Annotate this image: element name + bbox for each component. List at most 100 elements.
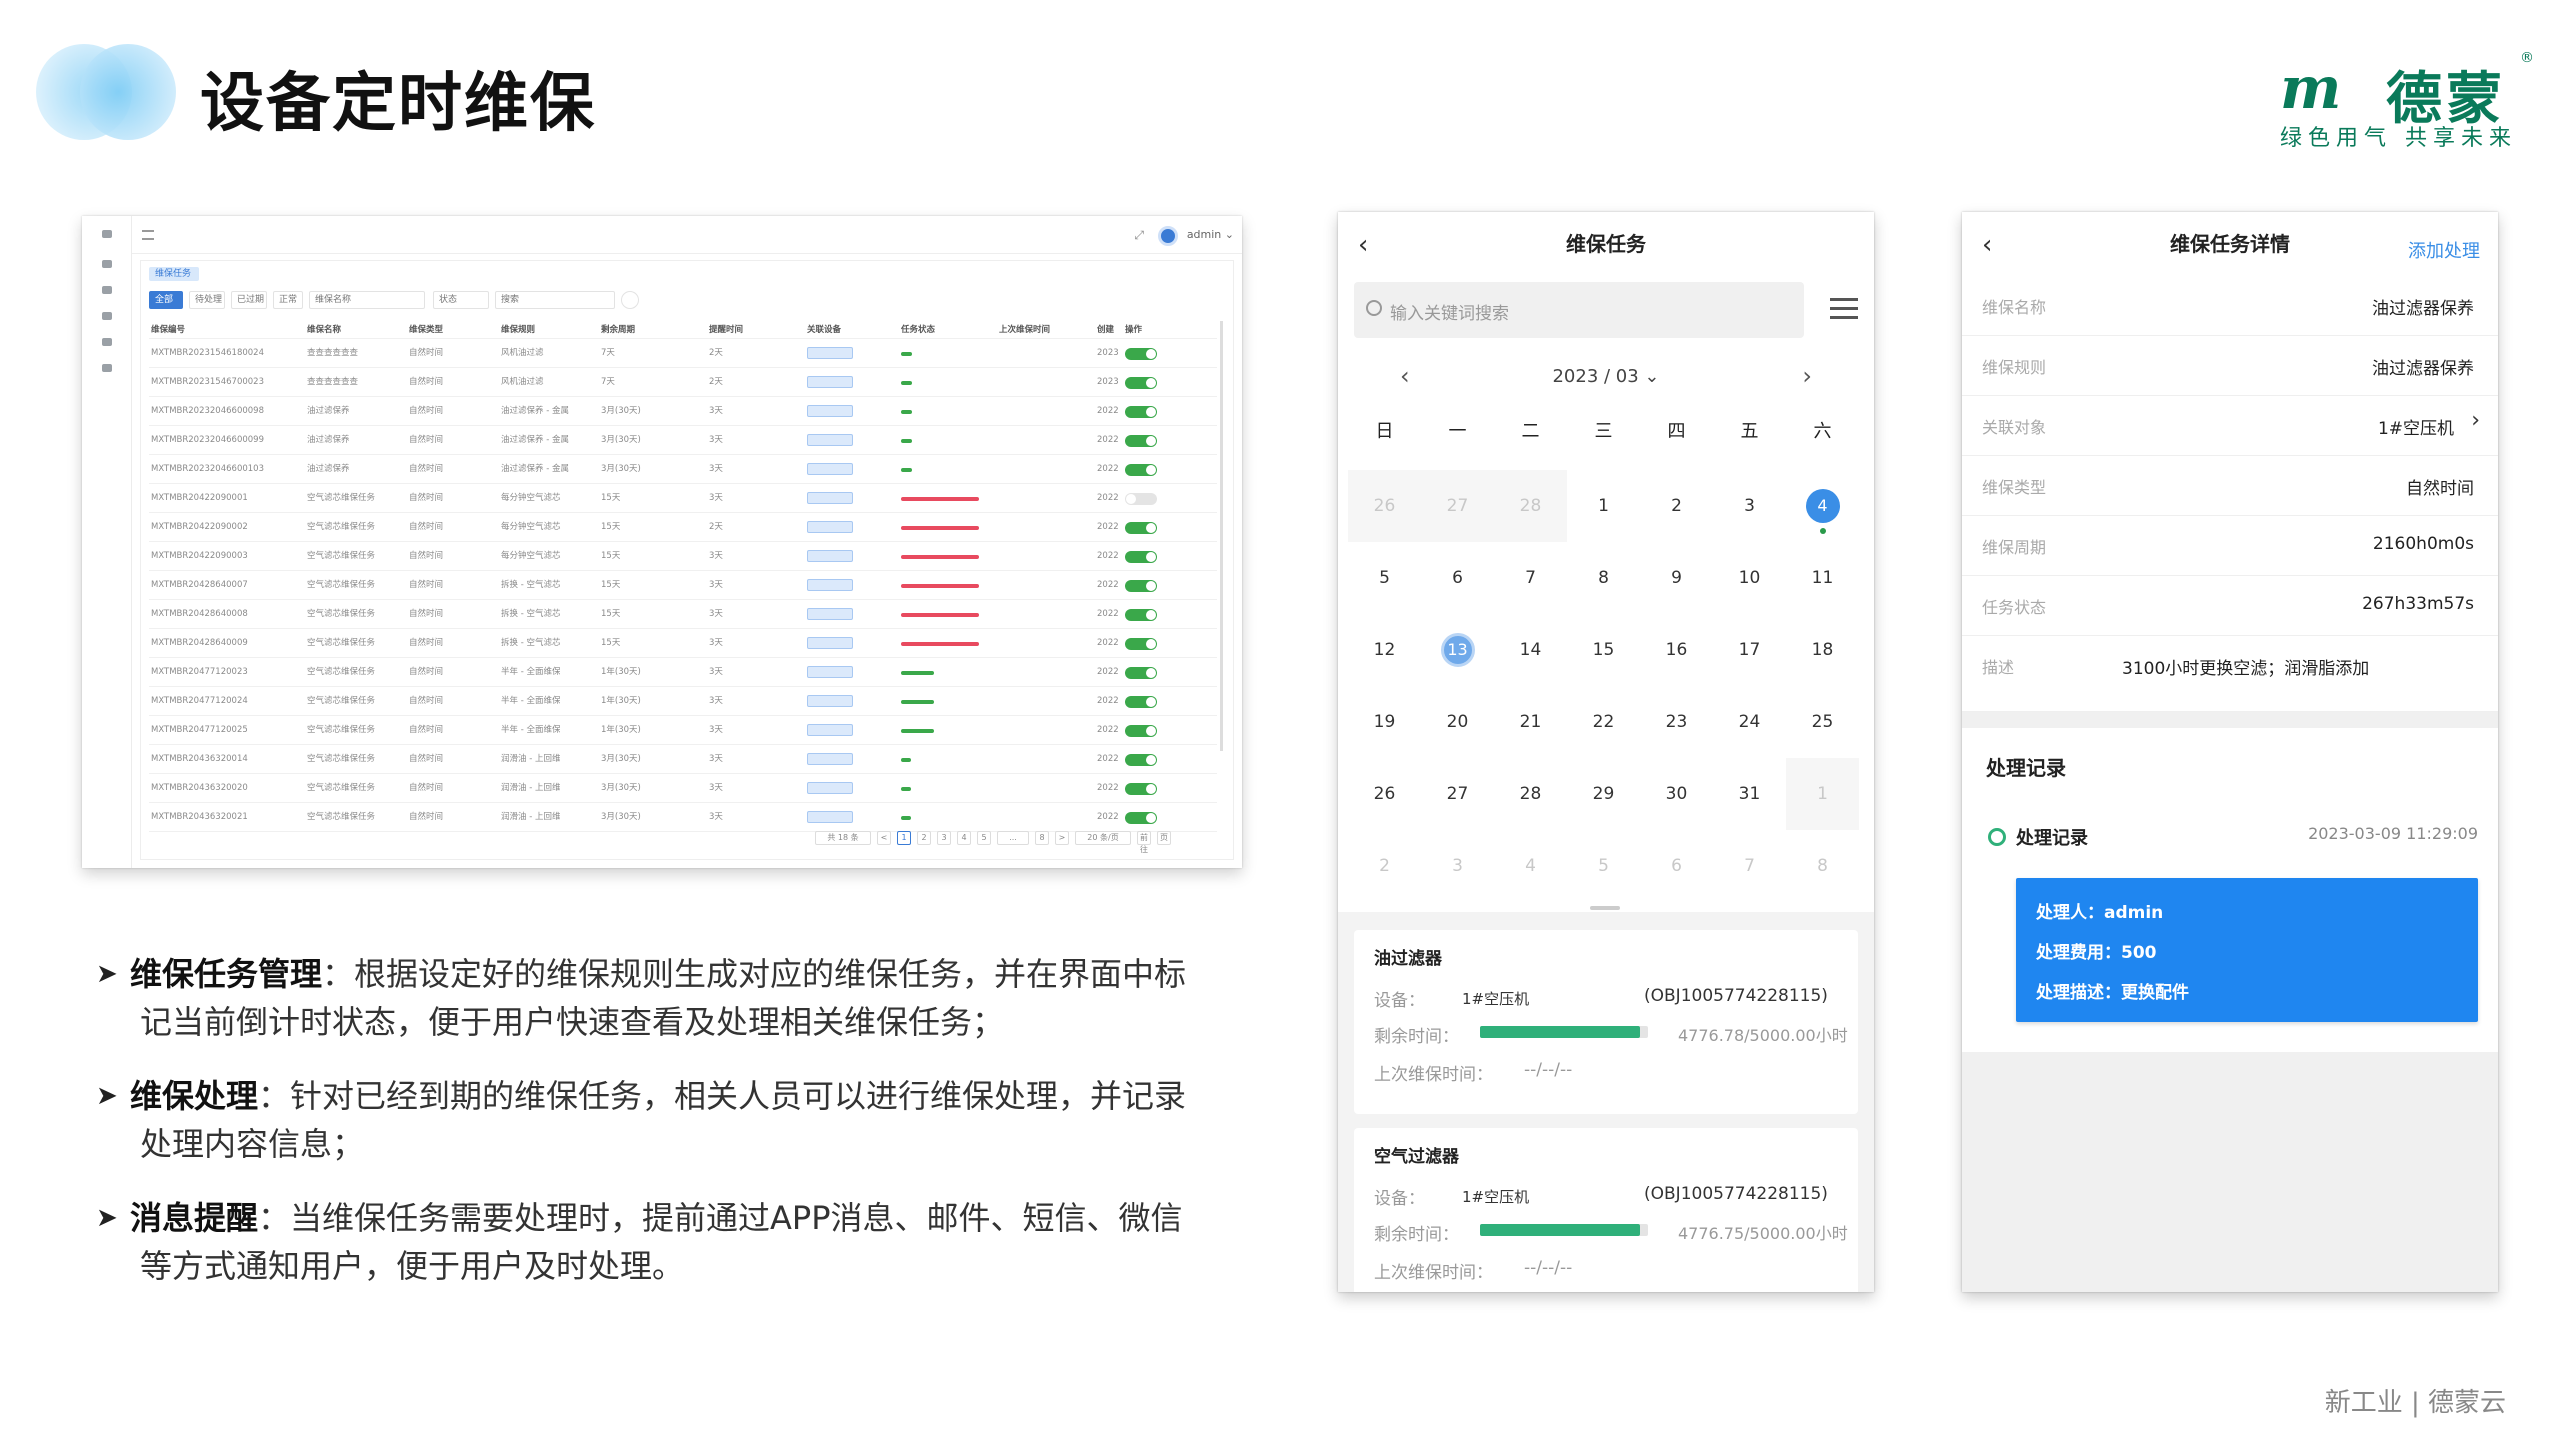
next-month-button[interactable]: › [1802,362,1812,390]
task-card[interactable]: 油过滤器 设备： 1#空压机 (OBJ1005774228115) 剩余时间： 4776.… [1354,930,1858,1114]
enable-toggle[interactable] [1125,580,1157,592]
pager-item[interactable]: 4 [957,831,971,845]
device-tag[interactable] [807,716,853,744]
status-select[interactable]: 状态 [433,291,489,309]
calendar-day[interactable]: 24 [1713,686,1786,758]
device-tag[interactable] [807,513,853,541]
calendar-day[interactable]: 26 [1348,470,1421,542]
calendar-day[interactable]: 8 [1786,830,1859,902]
table-row[interactable]: MXTMBR20422090001 空气滤芯维保任务 自然时间 每分钟空气滤芯 15天 3… [149,484,1217,513]
calendar-day[interactable]: 8 [1567,542,1640,614]
calendar-day[interactable]: 12 [1348,614,1421,686]
table-row[interactable]: MXTMBR20422090003 空气滤芯维保任务 自然时间 每分钟空气滤芯 15天 3… [149,542,1217,571]
home-icon[interactable] [102,260,112,268]
device-tag[interactable] [807,629,853,657]
filter-expired[interactable]: 已过期 [231,291,267,309]
table-row[interactable]: MXTMBR20232046600103 油过滤保养 自然时间 油过滤保养 - 金属 3… [149,455,1217,484]
calendar-day[interactable]: 4 [1494,830,1567,902]
device-tag[interactable] [807,687,853,715]
calendar-day[interactable]: 31 [1713,758,1786,830]
calendar-day[interactable]: 3 [1421,830,1494,902]
enable-toggle[interactable] [1125,493,1157,505]
device-tag[interactable] [807,339,853,367]
table-row[interactable]: MXTMBR20436320020 空气滤芯维保任务 自然时间 润滑油 - 上回维 3月… [149,774,1217,803]
add-handling-button[interactable]: 添加处理 [2408,232,2480,272]
table-row[interactable]: MXTMBR20231546700023 查查查查查查 自然时间 风机油过滤 7天 2天 2… [149,368,1217,397]
table-row[interactable]: MXTMBR20428640007 空气滤芯维保任务 自然时间 拆换 - 空气滤芯 15… [149,571,1217,600]
pager-item[interactable]: 2 [917,831,931,845]
filter-all[interactable]: 全部 [149,291,183,309]
filter-pending[interactable]: 待处理 [189,291,225,309]
device-tag[interactable] [807,455,853,483]
month-picker[interactable]: 2023 / 03 ⌄ [1338,366,1874,387]
table-row[interactable]: MXTMBR20436320021 空气滤芯维保任务 自然时间 润滑油 - 上回维 3月… [149,803,1217,832]
device-tag[interactable] [807,571,853,599]
calendar-day[interactable]: 17 [1713,614,1786,686]
calendar-day[interactable]: 30 [1640,758,1713,830]
table-scrollbar[interactable] [1220,321,1223,751]
calendar-day[interactable]: 6 [1421,542,1494,614]
tool-icon[interactable] [102,338,112,346]
table-row[interactable]: MXTMBR20477120023 空气滤芯维保任务 自然时间 半年 - 全面维保 1年… [149,658,1217,687]
device-tag[interactable] [807,542,853,570]
enable-toggle[interactable] [1125,696,1157,708]
table-row[interactable]: MXTMBR20428640008 空气滤芯维保任务 自然时间 拆换 - 空气滤芯 15… [149,600,1217,629]
device-tag[interactable] [807,426,853,454]
pager-item[interactable]: > [1055,831,1069,845]
calendar-day[interactable]: 18 [1786,614,1859,686]
device-tag[interactable] [807,397,853,425]
report-icon[interactable] [102,312,112,320]
search-input[interactable]: 输入关键词搜索 [1354,282,1804,338]
device-tag[interactable] [807,484,853,512]
pager-item[interactable]: 前往 [1137,831,1151,854]
enable-toggle[interactable] [1125,667,1157,679]
calendar-day[interactable]: 16 [1640,614,1713,686]
calendar-day[interactable]: 19 [1348,686,1421,758]
enable-toggle[interactable] [1125,609,1157,621]
enable-toggle[interactable] [1125,754,1157,766]
user-menu[interactable]: admin ⌄ [1187,228,1234,241]
tab-maintenance-tasks[interactable]: 维保任务 [149,267,199,281]
device-tag[interactable] [807,745,853,773]
device-tag[interactable] [807,658,853,686]
detail-row[interactable]: 关联对象 1#空压机 › [1962,394,2498,456]
pager-item[interactable]: ... [997,831,1029,845]
enable-toggle[interactable] [1125,522,1157,534]
table-row[interactable]: MXTMBR20232046600099 油过滤保养 自然时间 油过滤保养 - 金属 3… [149,426,1217,455]
enable-toggle[interactable] [1125,348,1157,360]
pager-item[interactable]: < [877,831,891,845]
calendar-day[interactable]: 9 [1640,542,1713,614]
filter-normal[interactable]: 正常 [273,291,303,309]
calendar-day[interactable]: 23 [1640,686,1713,758]
pager-item[interactable]: 页 [1157,831,1171,845]
calendar-day[interactable]: 28 [1494,470,1567,542]
enable-toggle[interactable] [1125,464,1157,476]
search-input[interactable]: 搜索 [495,291,615,309]
enable-toggle[interactable] [1125,377,1157,389]
device-icon[interactable] [102,286,112,294]
calendar-day[interactable]: 25 [1786,686,1859,758]
table-row[interactable]: MXTMBR20436320014 空气滤芯维保任务 自然时间 润滑油 - 上回维 3月… [149,745,1217,774]
table-row[interactable]: MXTMBR20477120025 空气滤芯维保任务 自然时间 半年 - 全面维保 1年… [149,716,1217,745]
calendar-day[interactable]: 1 [1567,470,1640,542]
calendar-day[interactable]: 20 [1421,686,1494,758]
device-tag[interactable] [807,803,853,831]
calendar-day[interactable]: 26 [1348,758,1421,830]
table-row[interactable]: MXTMBR20422090002 空气滤芯维保任务 自然时间 每分钟空气滤芯 15天 2… [149,513,1217,542]
menu-icon[interactable] [102,230,112,238]
record-card[interactable]: 处理人：admin 处理费用：500 处理描述：更换配件 [2016,878,2478,1022]
enable-toggle[interactable] [1125,812,1157,824]
calendar-day[interactable]: 27 [1421,470,1494,542]
calendar-day[interactable]: 3 [1713,470,1786,542]
task-card[interactable]: 空气过滤器 设备： 1#空压机 (OBJ1005774228115) 剩余时间： 4776… [1354,1128,1858,1292]
calendar-day[interactable]: 13 [1421,614,1494,686]
calendar-day[interactable]: 2 [1348,830,1421,902]
pager-item[interactable]: 8 [1035,831,1049,845]
enable-toggle[interactable] [1125,551,1157,563]
enable-toggle[interactable] [1125,435,1157,447]
calendar-day[interactable]: 5 [1348,542,1421,614]
calendar-day[interactable]: 4 [1786,470,1859,542]
calendar-day[interactable]: 11 [1786,542,1859,614]
device-tag[interactable] [807,774,853,802]
table-row[interactable]: MXTMBR20231546180024 查查查查查查 自然时间 风机油过滤 7天 2天 2… [149,339,1217,368]
